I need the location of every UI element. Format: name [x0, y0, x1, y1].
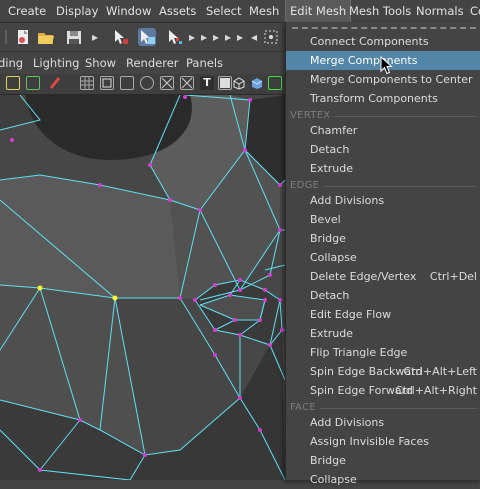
menu-create[interactable]: Create — [8, 0, 46, 22]
menu-item-connect-components[interactable]: Connect Components — [286, 32, 480, 51]
menu-item-label: Bridge — [310, 232, 346, 245]
menu-item-label: Transform Components — [310, 92, 438, 105]
smooth-shade-icon[interactable] — [250, 76, 264, 90]
arrow-right-icon-2[interactable]: ▸ — [200, 28, 208, 46]
menu-item-vertex-detach[interactable]: Detach — [286, 140, 480, 159]
menu-item-edge-bridge[interactable]: Bridge — [286, 229, 480, 248]
camera-attributes-icon[interactable] — [26, 76, 40, 90]
menu-item-label: Add Divisions — [310, 416, 385, 429]
menu-item-face-bridge[interactable]: Bridge — [286, 451, 480, 470]
camera-icon[interactable] — [6, 76, 20, 90]
snap-to-grid-icon[interactable] — [262, 28, 280, 46]
menu-item-chamfer[interactable]: Chamfer — [286, 121, 480, 140]
menu-item-label: Chamfer — [310, 124, 358, 137]
film-gate-icon[interactable] — [100, 76, 114, 90]
menu-item-shortcut: Ctrl+Alt+Left — [403, 365, 477, 378]
menu-assets[interactable]: Assets — [159, 0, 196, 22]
select-by-component-icon[interactable] — [138, 28, 156, 46]
menu-item-label: Edit Edge Flow — [310, 308, 392, 321]
safe-action-icon[interactable] — [180, 76, 194, 90]
expand-arrow-icon[interactable]: ▸ — [91, 28, 99, 46]
menu-item-edge-collapse[interactable]: Collapse — [286, 248, 480, 267]
menu-item-label: Add Divisions — [310, 194, 385, 207]
wireframe-on-shaded-icon[interactable] — [268, 76, 282, 90]
menu-item-label: Connect Components — [310, 35, 429, 48]
menu-item-label: Merge Components — [310, 54, 418, 67]
menu-item-edge-detach[interactable]: Detach — [286, 286, 480, 305]
arrow-right-icon-3[interactable]: ▸ — [212, 28, 220, 46]
menu-item-transform-components[interactable]: Transform Components — [286, 89, 480, 108]
menu-more[interactable]: Co — [470, 0, 480, 22]
menu-item-label: Detach — [310, 143, 350, 156]
menu-item-spin-edge-backward[interactable]: Spin Edge Backward Ctrl+Alt+Left — [286, 362, 480, 381]
menu-normals[interactable]: Normals — [416, 0, 464, 22]
edit-mesh-dropdown: Connect Components Merge Components Merg… — [285, 22, 480, 486]
arrow-right-icon-1[interactable]: ▸ — [188, 28, 196, 46]
menu-item-shortcut: Ctrl+Del — [429, 270, 477, 283]
collapse-arrow-icon[interactable]: ◂ — [250, 28, 258, 46]
menu-item-label: Bridge — [310, 454, 346, 467]
menu-item-edit-edge-flow[interactable]: Edit Edge Flow — [286, 305, 480, 324]
menu-item-flip-triangle-edge[interactable]: Flip Triangle Edge — [286, 343, 480, 362]
tear-off-line[interactable] — [292, 27, 476, 29]
panel-menu-renderer[interactable]: Renderer — [126, 52, 179, 74]
panel-menu-shading[interactable]: ding — [0, 52, 23, 74]
select-by-hierarchy-icon[interactable] — [112, 28, 130, 46]
menu-item-label: Detach — [310, 289, 350, 302]
field-chart-icon[interactable] — [160, 76, 174, 90]
menu-item-label: Extrude — [310, 162, 354, 175]
image-plane-icon[interactable] — [218, 76, 232, 90]
grid-icon[interactable] — [80, 76, 94, 90]
arrow-right-icon-4[interactable]: ▸ — [224, 28, 232, 46]
menu-mesh-tools[interactable]: Mesh Tools — [349, 0, 411, 22]
mouse-cursor-icon — [380, 55, 394, 76]
menu-item-bevel[interactable]: Bevel — [286, 210, 480, 229]
menu-item-face-add-divisions[interactable]: Add Divisions — [286, 413, 480, 432]
panel-menu-lighting[interactable]: Lighting — [33, 52, 79, 74]
menu-item-label: Delete Edge/Vertex — [310, 270, 417, 283]
menu-item-edge-extrude[interactable]: Extrude — [286, 324, 480, 343]
resolution-gate-icon[interactable] — [120, 76, 134, 90]
gate-mask-icon[interactable] — [140, 76, 154, 90]
menu-display[interactable]: Display — [56, 0, 98, 22]
select-by-object-icon[interactable] — [166, 28, 184, 46]
menu-window[interactable]: Window — [106, 0, 151, 22]
bookmark-icon[interactable] — [48, 76, 62, 90]
menu-item-vertex-extrude[interactable]: Extrude — [286, 159, 480, 178]
menu-select[interactable]: Select — [206, 0, 241, 22]
menu-item-assign-invisible-faces[interactable]: Assign Invisible Faces — [286, 432, 480, 451]
menu-mesh[interactable]: Mesh — [249, 0, 279, 22]
open-scene-icon[interactable] — [37, 28, 55, 46]
toolbar-separator-icon — [2, 28, 10, 46]
menu-item-label: Collapse — [310, 251, 357, 264]
safe-title-icon[interactable]: T — [200, 76, 214, 90]
menu-item-delete-edge-vertex[interactable]: Delete Edge/Vertex Ctrl+Del — [286, 267, 480, 286]
save-scene-icon[interactable] — [65, 28, 83, 46]
panel-menu-show[interactable]: Show — [85, 52, 116, 74]
menu-item-edge-add-divisions[interactable]: Add Divisions — [286, 191, 480, 210]
panel-menu-panels[interactable]: Panels — [186, 52, 223, 74]
menu-item-label: Bevel — [310, 213, 341, 226]
menu-item-label: Assign Invisible Faces — [310, 435, 429, 448]
menu-item-shortcut: Ctrl+Alt+Right — [395, 384, 477, 397]
menu-item-spin-edge-forward[interactable]: Spin Edge Forward Ctrl+Alt+Right — [286, 381, 480, 400]
wireframe-icon[interactable] — [232, 76, 246, 90]
new-scene-icon[interactable] — [14, 28, 32, 46]
main-menu-bar: Create Display Window Assets Select Mesh… — [0, 0, 480, 23]
menu-item-label: Extrude — [310, 327, 354, 340]
arrow-right-icon-5[interactable]: ▸ — [236, 28, 244, 46]
menu-item-label: Flip Triangle Edge — [310, 346, 408, 359]
menu-edit-mesh[interactable]: Edit Mesh — [284, 0, 352, 23]
